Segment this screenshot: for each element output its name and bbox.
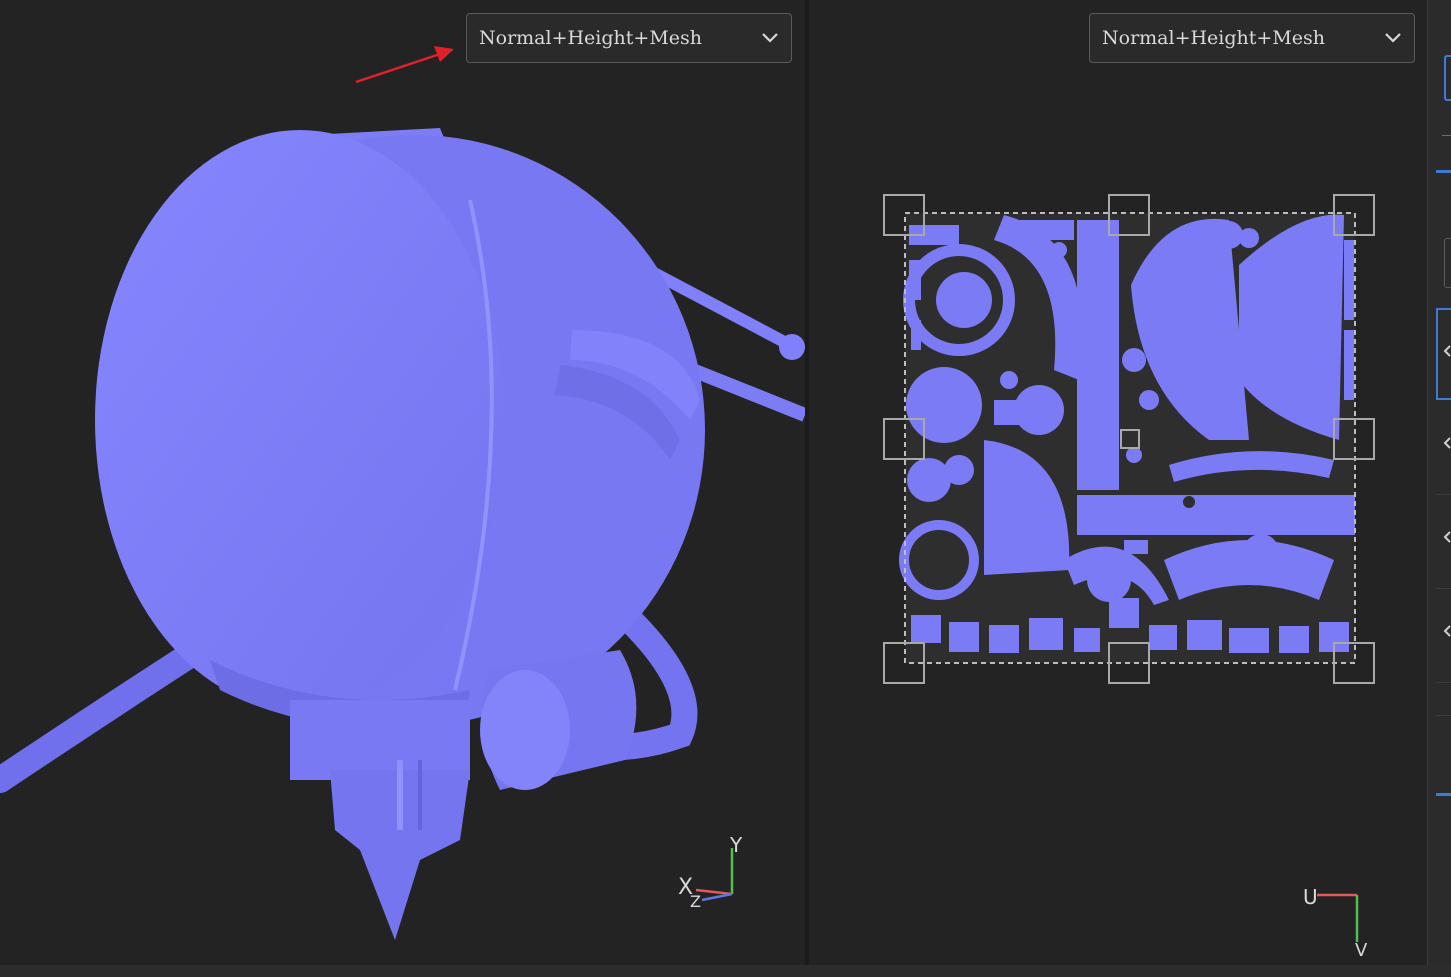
panel-toggle-button[interactable] bbox=[1444, 55, 1451, 101]
model-render bbox=[0, 128, 805, 940]
chevron-down-icon bbox=[1385, 33, 1401, 43]
red-arrow-annotation bbox=[355, 46, 454, 84]
display-mode-dropdown-3d[interactable]: Normal+Height+Mesh bbox=[466, 13, 792, 63]
panel-active-indicator bbox=[1436, 170, 1451, 173]
uv-texture-render bbox=[883, 194, 1375, 684]
chevron-down-icon bbox=[762, 33, 778, 43]
display-mode-dropdown-2d[interactable]: Normal+Height+Mesh bbox=[1089, 13, 1415, 63]
layer-item-selected[interactable] bbox=[1436, 308, 1451, 400]
side-panel bbox=[1427, 0, 1451, 965]
axis-u-label: U bbox=[1303, 885, 1318, 909]
status-bar bbox=[0, 965, 1451, 977]
chevron-left-icon bbox=[1443, 625, 1451, 637]
axis-z-label: Z bbox=[690, 892, 701, 911]
panel-field[interactable] bbox=[1444, 238, 1451, 288]
display-mode-value: Normal+Height+Mesh bbox=[1102, 27, 1326, 49]
viewport-2d[interactable]: Normal+Height+Mesh U V bbox=[809, 0, 1427, 965]
viewport-3d[interactable]: Normal+Height+Mesh Y X Z bbox=[0, 0, 805, 965]
panel-separator bbox=[1436, 715, 1451, 716]
chevron-left-icon bbox=[1443, 531, 1451, 543]
axis-v-label: V bbox=[1355, 940, 1368, 960]
panel-active-indicator bbox=[1436, 793, 1451, 796]
axis-gizmo-uv-icon: U V bbox=[1303, 885, 1368, 960]
panel-separator bbox=[1442, 135, 1451, 136]
axis-gizmo-xyz-icon: Y X Z bbox=[678, 833, 743, 911]
chevron-left-icon bbox=[1443, 345, 1451, 357]
layer-item[interactable] bbox=[1436, 400, 1451, 495]
chevron-left-icon bbox=[1443, 437, 1451, 449]
axis-y-label: Y bbox=[729, 833, 743, 857]
layer-item[interactable] bbox=[1436, 494, 1451, 589]
layer-item[interactable] bbox=[1436, 588, 1451, 683]
texture-editor-window: Normal+Height+Mesh Y X Z Normal+Height+M… bbox=[0, 0, 1451, 977]
display-mode-value: Normal+Height+Mesh bbox=[479, 27, 703, 49]
